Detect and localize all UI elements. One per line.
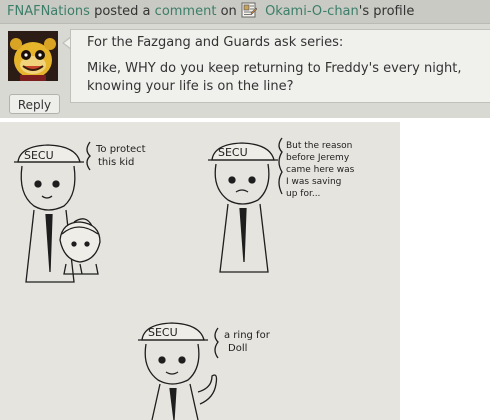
- comic-drawing: SECU To protect this kid SECU But the re…: [0, 122, 400, 420]
- cap-label: SECU: [148, 326, 178, 339]
- panel-note: Doll: [228, 343, 247, 354]
- comment-link[interactable]: comment: [155, 4, 217, 19]
- panel-note: To protect: [95, 144, 146, 155]
- golden-animatronic-avatar-icon: [8, 31, 58, 81]
- cap-label: SECU: [218, 146, 248, 159]
- comment-header: FNAFNations posted a comment on Okami-O-…: [0, 0, 490, 24]
- panel-note: up for...: [286, 189, 320, 199]
- cap-label: SECU: [24, 149, 54, 162]
- profile-owner-link[interactable]: Okami-O-chan: [265, 4, 359, 19]
- panel-note: But the reason: [286, 141, 352, 151]
- reply-button[interactable]: Reply: [9, 94, 60, 114]
- comment-body: For the Fazgang and Guards ask series: M…: [70, 29, 490, 103]
- header-preposition: on: [220, 4, 237, 19]
- panel-note: I was saving: [286, 177, 341, 187]
- panel-note: came here was: [286, 165, 355, 175]
- comment-paragraph: Mike, WHY do you keep returning to Fredd…: [87, 61, 462, 94]
- header-verb: posted a: [94, 4, 151, 19]
- panel-note: a ring for: [224, 330, 271, 341]
- comic-drawing-image: SECU To protect this kid SECU But the re…: [0, 122, 400, 420]
- comment-paragraph: For the Fazgang and Guards ask series:: [87, 35, 344, 50]
- panel-note: this kid: [98, 157, 134, 168]
- profile-page-icon: [241, 2, 257, 18]
- comment-card: FNAFNations posted a comment on Okami-O-…: [0, 0, 490, 118]
- avatar[interactable]: [8, 31, 58, 81]
- header-profile-suffix: 's profile: [358, 4, 415, 19]
- panel-note: before Jeremy: [286, 153, 350, 163]
- author-link[interactable]: FNAFNations: [7, 4, 90, 19]
